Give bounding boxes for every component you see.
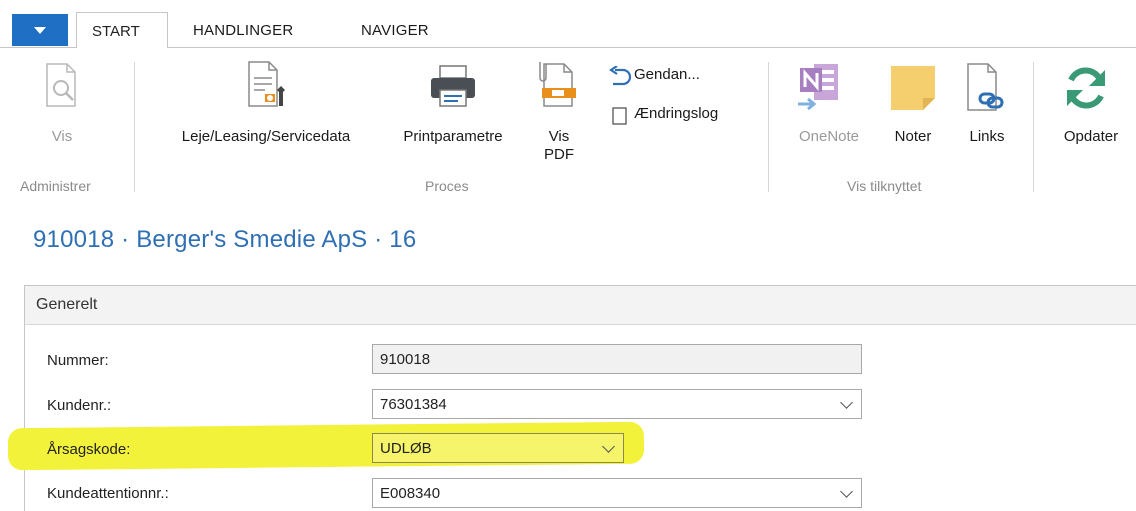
refresh-icon — [1067, 67, 1105, 109]
change-log-icon — [612, 107, 627, 125]
ribbon-separator — [1033, 62, 1034, 192]
chevron-down-icon[interactable] — [602, 440, 615, 453]
app-menu-button[interactable] — [12, 14, 68, 46]
ribbon-separator — [134, 62, 135, 192]
chevron-down-icon[interactable] — [840, 396, 853, 409]
tab-handlinger[interactable]: HANDLINGER — [193, 22, 293, 39]
aarsagskode-label: Årsagskode: — [47, 441, 131, 458]
ribbon-separator — [768, 62, 769, 192]
links-button[interactable]: Links — [958, 128, 1016, 145]
aarsagskode-field[interactable]: UDLØB — [372, 433, 624, 463]
general-section-title: Generelt — [36, 296, 98, 313]
printparametre-button[interactable]: Printparametre — [384, 128, 522, 145]
vis-pdf-label-1: Vis — [548, 128, 570, 145]
pdf-icon — [539, 62, 576, 107]
kundeattentionnr-field[interactable]: E008340 — [372, 478, 862, 508]
ribbon-top-border — [0, 47, 1136, 48]
nummer-label: Nummer: — [47, 352, 109, 369]
kundeattentionnr-value: E008340 — [380, 485, 441, 502]
printer-icon — [431, 65, 475, 107]
kundenr-value: 76301384 — [380, 396, 447, 413]
aarsagskode-value: UDLØB — [380, 440, 432, 457]
onenote-icon — [798, 64, 838, 110]
tab-start[interactable]: START — [76, 12, 168, 48]
group-label-vis-tilknyttet: Vis tilknyttet — [847, 178, 922, 194]
tab-naviger[interactable]: NAVIGER — [361, 22, 429, 39]
vis-pdf-label-2: PDF — [544, 146, 574, 163]
kundeattentionnr-label: Kundeattentionnr.: — [47, 485, 169, 502]
group-label-administrer: Administrer — [20, 178, 91, 194]
vis-button[interactable]: Vis — [40, 128, 84, 145]
kundenr-field[interactable]: 76301384 — [372, 389, 862, 419]
aendringslog-button[interactable]: Ændringslog — [634, 105, 718, 122]
notes-icon — [891, 66, 935, 110]
undo-icon — [609, 66, 632, 86]
document-search-icon — [46, 63, 76, 107]
general-section-header[interactable]: Generelt — [24, 285, 1136, 325]
kundenr-label: Kundenr.: — [47, 397, 112, 414]
lease-service-icon — [248, 61, 285, 107]
opdater-button[interactable]: Opdater — [1050, 128, 1132, 145]
nummer-value: 910018 — [380, 351, 431, 368]
vis-pdf-button[interactable]: Vis PDF — [537, 128, 581, 164]
gendan-button[interactable]: Gendan... — [634, 66, 700, 83]
links-icon — [967, 63, 1004, 111]
chevron-down-icon[interactable] — [840, 485, 853, 498]
onenote-button[interactable]: OneNote — [786, 128, 872, 145]
noter-button[interactable]: Noter — [882, 128, 944, 145]
leje-leasing-button[interactable]: Leje/Leasing/Servicedata — [150, 128, 382, 145]
group-label-proces: Proces — [425, 178, 469, 194]
tab-start-label: START — [92, 23, 140, 40]
nummer-field: 910018 — [372, 344, 862, 374]
page-title: 910018 · Berger's Smedie ApS · 16 — [33, 226, 417, 253]
